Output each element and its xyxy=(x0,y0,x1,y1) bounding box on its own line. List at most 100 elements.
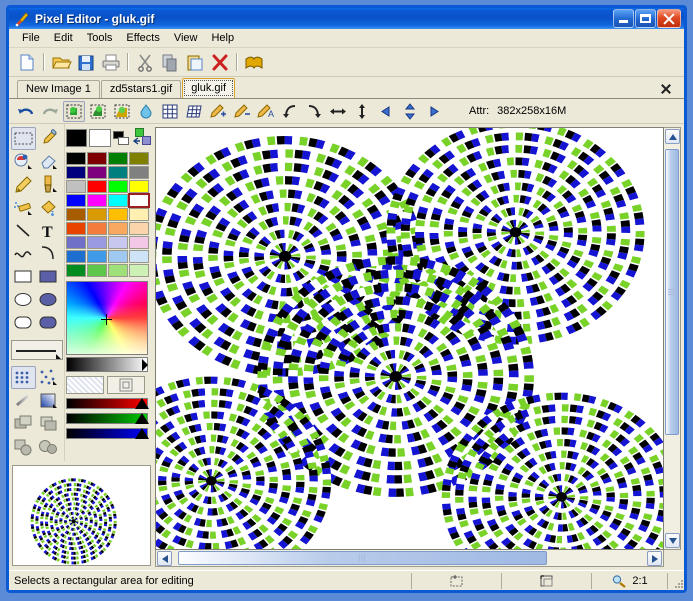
palette-swatch[interactable] xyxy=(129,236,149,249)
image-thumbnail[interactable] xyxy=(12,465,151,566)
paintbrush-tool[interactable] xyxy=(36,173,61,196)
image-select-icon[interactable] xyxy=(63,100,85,122)
zoom-in-pencil-icon[interactable] xyxy=(207,101,229,122)
palette-swatch[interactable] xyxy=(87,250,107,263)
palette-swatch[interactable] xyxy=(129,180,149,193)
vertical-scrollbar[interactable] xyxy=(664,127,681,550)
text-tool[interactable]: T xyxy=(36,219,61,242)
grid-icon[interactable] xyxy=(159,101,181,122)
red-slider[interactable] xyxy=(66,398,149,409)
rounded-rect-filled-tool[interactable] xyxy=(36,311,61,334)
horizontal-scroll-track[interactable] xyxy=(173,550,646,566)
delete-x-icon[interactable] xyxy=(208,51,232,74)
palette-swatch[interactable] xyxy=(129,264,149,277)
gray-slider[interactable] xyxy=(66,357,148,372)
stamp-multi-tool[interactable] xyxy=(11,435,36,458)
cut-scissors-icon[interactable] xyxy=(133,51,157,74)
new-file-icon[interactable] xyxy=(15,51,39,74)
maximize-button[interactable] xyxy=(635,9,656,28)
arc-tool[interactable] xyxy=(36,242,61,265)
line-tool[interactable] xyxy=(11,219,36,242)
resize-grip[interactable] xyxy=(668,573,684,589)
palette-swatch[interactable] xyxy=(129,222,149,235)
zoom-status[interactable]: 2:1 xyxy=(592,572,668,589)
menu-file[interactable]: File xyxy=(15,30,47,46)
print-icon[interactable] xyxy=(99,51,123,74)
nudge-updown-icon[interactable] xyxy=(399,101,421,122)
open-folder-icon[interactable] xyxy=(49,51,73,74)
palette-swatch[interactable] xyxy=(87,194,107,207)
horizontal-scrollbar[interactable] xyxy=(155,550,664,567)
color-wheel[interactable] xyxy=(66,281,148,355)
rounded-rect-outline-tool[interactable] xyxy=(11,311,36,334)
palette-swatch[interactable] xyxy=(129,208,149,221)
scroll-right-icon[interactable] xyxy=(647,551,662,566)
palette-swatch[interactable] xyxy=(129,166,149,179)
close-button[interactable] xyxy=(657,9,681,28)
antialias-pencil-icon[interactable]: A xyxy=(255,101,277,122)
palette-swatch[interactable] xyxy=(108,166,128,179)
tab-new-image-1[interactable]: New Image 1 xyxy=(17,80,100,98)
palette-swatch[interactable] xyxy=(87,166,107,179)
vertical-scroll-track[interactable] xyxy=(664,145,680,532)
curve-tool[interactable] xyxy=(11,242,36,265)
copy-icon[interactable] xyxy=(158,51,182,74)
palette-swatch[interactable] xyxy=(108,194,128,207)
palette-swatch[interactable] xyxy=(87,208,107,221)
eyedropper-tool[interactable] xyxy=(36,127,61,150)
palette-swatch[interactable] xyxy=(108,152,128,165)
palette-swatch[interactable] xyxy=(108,250,128,263)
rectangle-filled-tool[interactable] xyxy=(36,265,61,288)
airbrush-tool[interactable] xyxy=(11,196,36,219)
line-width-selector[interactable] xyxy=(11,340,63,360)
palette-swatch[interactable] xyxy=(129,250,149,263)
palette-swatch[interactable] xyxy=(87,152,107,165)
zoom-out-pencil-icon[interactable] xyxy=(231,101,253,122)
palette-swatch[interactable] xyxy=(87,236,107,249)
close-tab-icon[interactable] xyxy=(658,81,674,97)
perspective-grid-icon[interactable] xyxy=(183,101,205,122)
nudge-right-icon[interactable] xyxy=(423,101,445,122)
rotate-left-icon[interactable] xyxy=(279,101,301,122)
ellipse-filled-tool[interactable] xyxy=(36,288,61,311)
transparency-swatch[interactable] xyxy=(107,376,145,394)
palette-swatch[interactable] xyxy=(87,264,107,277)
menu-help[interactable]: Help xyxy=(204,30,241,46)
palette-swatch[interactable] xyxy=(108,264,128,277)
palette-swatch[interactable] xyxy=(66,180,86,193)
clone-stamp-tool[interactable] xyxy=(11,150,36,173)
ellipse-outline-tool[interactable] xyxy=(11,288,36,311)
palette-swatch[interactable] xyxy=(66,222,86,235)
palette-swatch[interactable] xyxy=(108,236,128,249)
dither-pattern-tool[interactable] xyxy=(11,366,36,389)
paste-clipboard-icon[interactable] xyxy=(183,51,207,74)
swap-colors-icon[interactable] xyxy=(132,128,152,148)
layer-copy-tool[interactable] xyxy=(11,412,36,435)
scatter-tool[interactable] xyxy=(36,366,61,389)
undo-arrow-icon[interactable] xyxy=(15,101,37,122)
layer-paste-tool[interactable] xyxy=(36,412,61,435)
book-help-icon[interactable] xyxy=(242,51,266,74)
palette-swatch[interactable] xyxy=(128,193,150,208)
tab-zd5stars1[interactable]: zd5stars1.gif xyxy=(100,80,182,98)
pencil-tool[interactable] xyxy=(11,173,36,196)
save-disk-icon[interactable] xyxy=(74,51,98,74)
vertical-scroll-thumb[interactable] xyxy=(665,148,679,436)
palette-swatch[interactable] xyxy=(108,180,128,193)
minimize-button[interactable] xyxy=(613,9,634,28)
tab-gluk[interactable]: gluk.gif xyxy=(182,78,236,98)
palette-swatch[interactable] xyxy=(66,236,86,249)
menu-view[interactable]: View xyxy=(167,30,205,46)
palette-swatch[interactable] xyxy=(66,152,86,165)
rotate-right-icon[interactable] xyxy=(303,101,325,122)
mini-color-pair[interactable] xyxy=(112,129,131,147)
scroll-up-icon[interactable] xyxy=(665,129,680,144)
palette-swatch[interactable] xyxy=(66,208,86,221)
menu-effects[interactable]: Effects xyxy=(119,30,166,46)
palette-swatch[interactable] xyxy=(108,208,128,221)
flip-horizontal-icon[interactable] xyxy=(327,101,349,122)
flip-vertical-icon[interactable] xyxy=(351,101,373,122)
palette-swatch[interactable] xyxy=(108,222,128,235)
eraser-tool[interactable] xyxy=(36,150,61,173)
menu-edit[interactable]: Edit xyxy=(47,30,80,46)
